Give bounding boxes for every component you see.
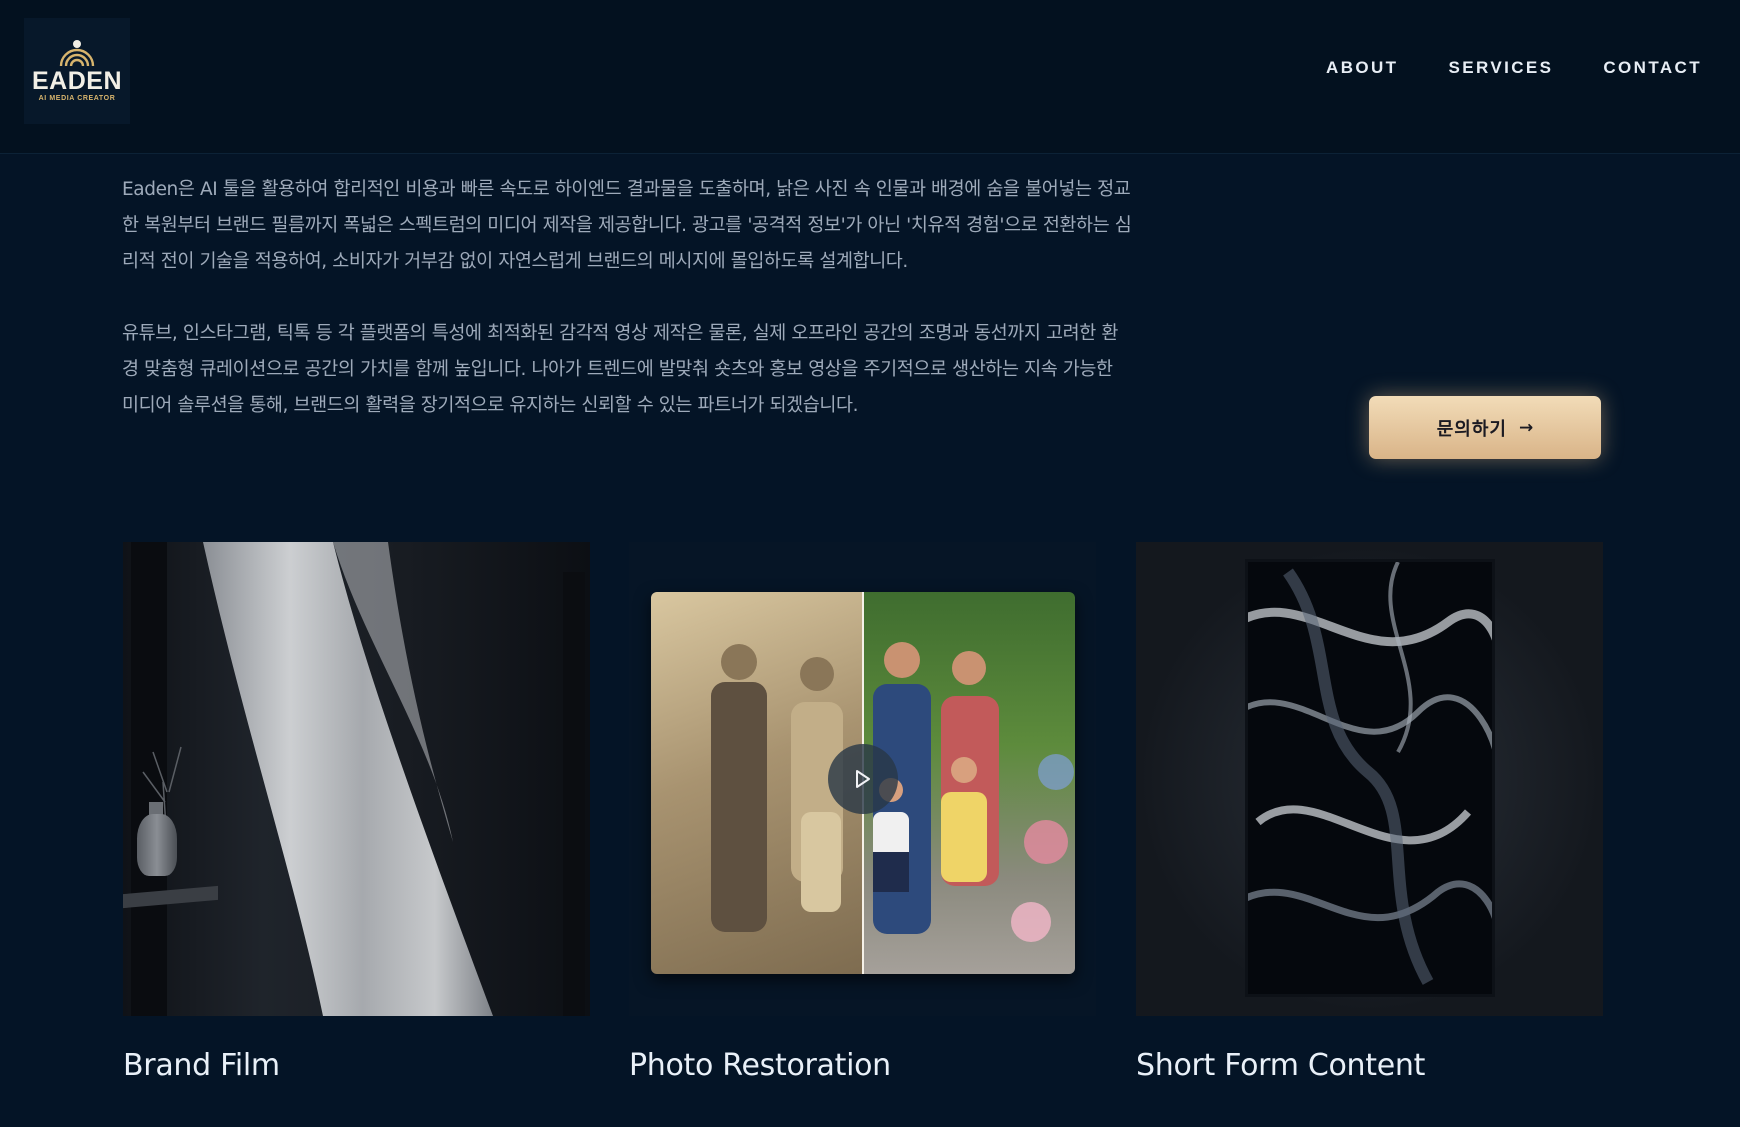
short-form-image (1136, 542, 1603, 1016)
nav-services[interactable]: SERVICES (1448, 58, 1553, 78)
brand-film-image (123, 542, 590, 1016)
site-header: EADEN AI MEDIA CREATOR ABOUT SERVICES CO… (0, 0, 1740, 154)
play-icon (856, 770, 870, 788)
intro-section: Eaden은 AI 툴을 활용하여 합리적인 비용과 빠른 속도로 하이엔드 결… (122, 172, 1132, 460)
arrow-right-icon: → (1519, 417, 1534, 438)
card-title: Short Form Content (1136, 1048, 1426, 1083)
service-card-brand-film[interactable]: Brand Film (123, 542, 590, 1083)
service-card-photo-restoration[interactable]: Photo Restoration (629, 542, 1096, 1083)
card-title: Brand Film (123, 1048, 280, 1083)
intro-paragraph: Eaden은 AI 툴을 활용하여 합리적인 비용과 빠른 속도로 하이엔드 결… (122, 179, 1132, 272)
service-card-short-form[interactable]: Short Form Content (1136, 542, 1603, 1083)
play-button[interactable] (828, 744, 898, 814)
logo-tagline: AI MEDIA CREATOR (38, 95, 116, 102)
arch-logo-icon (59, 40, 95, 67)
nav-about[interactable]: ABOUT (1326, 58, 1398, 78)
contact-button-label: 문의하기 (1436, 418, 1507, 440)
contact-button[interactable]: 문의하기 → (1369, 396, 1601, 459)
intro-paragraph: 유튜브, 인스타그램, 틱톡 등 각 플랫폼의 특성에 최적화된 감각적 영상 … (122, 323, 1118, 416)
nav-contact[interactable]: CONTACT (1603, 58, 1702, 78)
photo-restoration-image (629, 542, 1096, 1016)
card-title: Photo Restoration (629, 1048, 891, 1083)
logo-wordmark: EADEN (31, 67, 122, 95)
logo[interactable]: EADEN AI MEDIA CREATOR (24, 18, 130, 124)
main-nav: ABOUT SERVICES CONTACT (1326, 58, 1702, 78)
